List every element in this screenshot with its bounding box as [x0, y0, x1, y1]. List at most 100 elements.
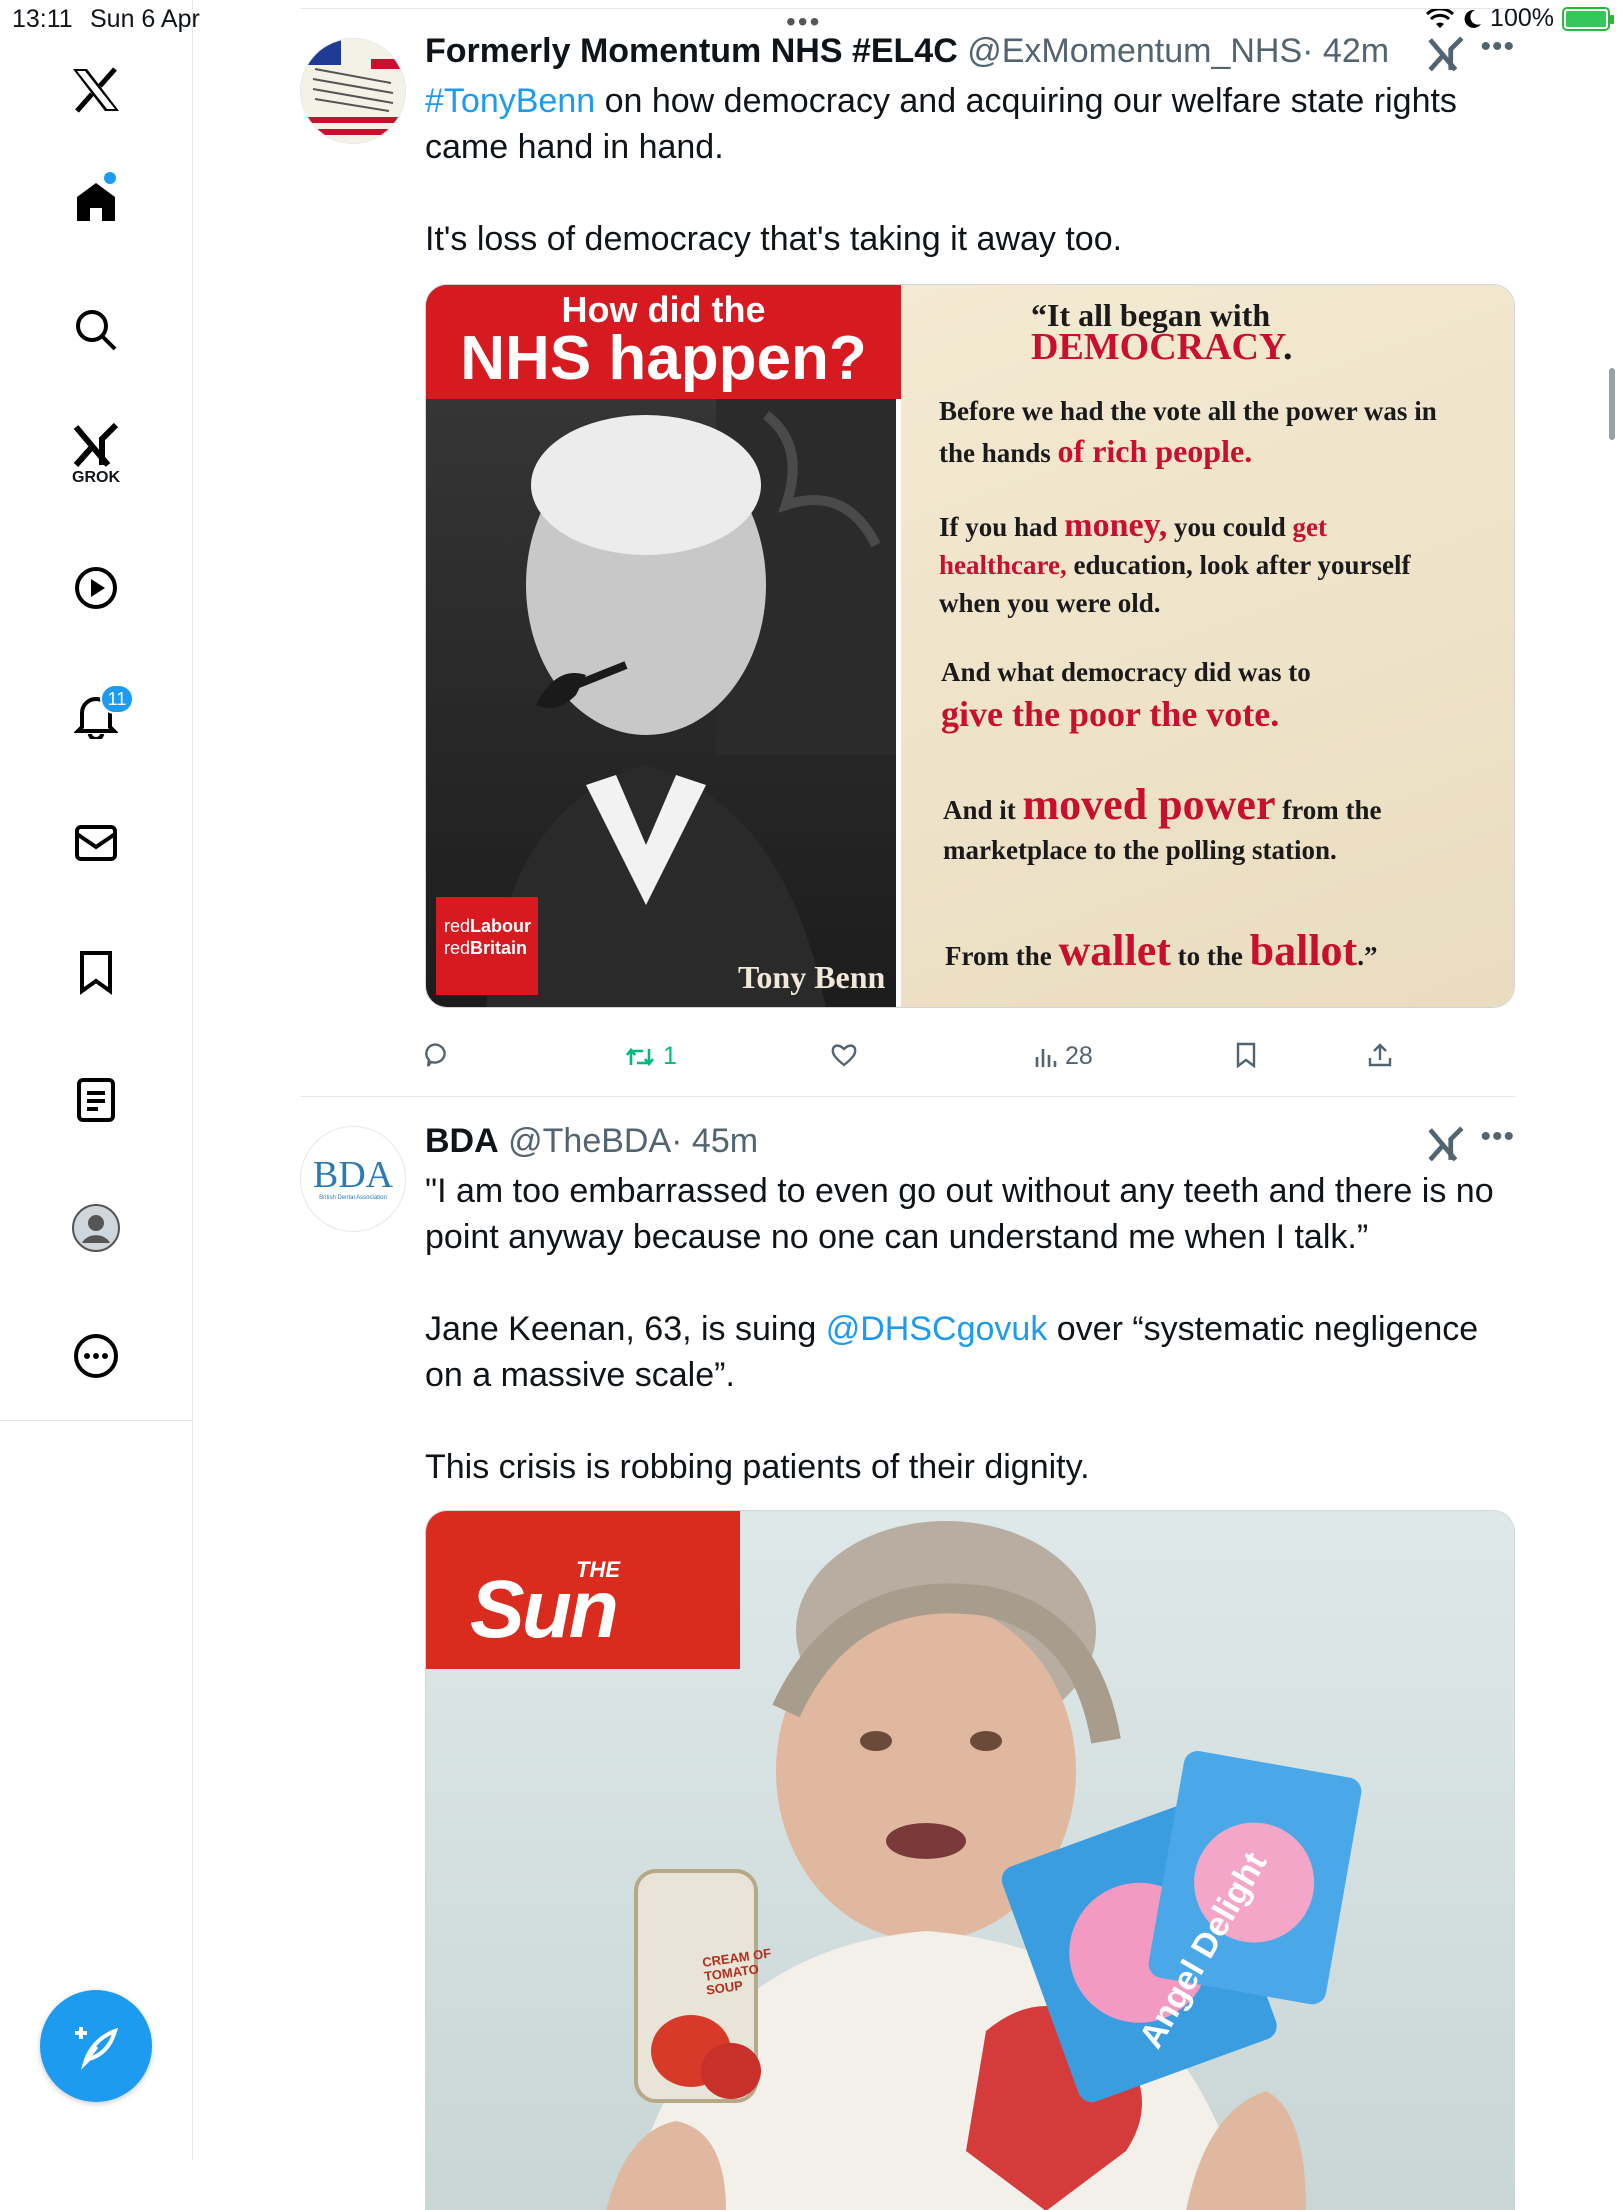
quote-para: Before we had the vote all the power was… [939, 391, 1469, 473]
tweet-text: "I am too embarrassed to even go out wit… [425, 1168, 1515, 1490]
repost-button[interactable]: 1 [625, 1042, 677, 1071]
tweet-time[interactable]: · 42m [1302, 32, 1389, 70]
sidebar-item-lists[interactable] [56, 1060, 136, 1140]
author-handle[interactable]: @TheBDA [508, 1122, 671, 1160]
tweet-text: #TonyBenn on how democracy and acquiring… [425, 78, 1515, 262]
red-labour-logo: redLabour redBritain [436, 897, 538, 995]
author-name[interactable]: Formerly Momentum NHS #EL4C [425, 32, 958, 70]
logo-text: red [444, 938, 471, 958]
tweet-image[interactable]: How did the NHS happen? redLabour redBri… [425, 284, 1515, 1008]
quote-para: From the wallet to the ballot.” [945, 925, 1505, 976]
play-icon [75, 567, 117, 609]
share-icon [1368, 1043, 1392, 1067]
quote-highlight: moved power [1022, 780, 1276, 829]
views-icon [1035, 1048, 1057, 1067]
logo-text: Labour [470, 916, 532, 936]
tweet-image[interactable]: THE Sun CREAM OF TOMATO SOUP Angel Delig… [425, 1510, 1515, 2210]
logo-text: red [444, 916, 471, 936]
logo-text: Britain [470, 938, 528, 958]
profile-icon [72, 1204, 120, 1252]
tweet-text-para: Jane Keenan, 63, is suing @DHSCgovuk ove… [425, 1306, 1515, 1398]
repost-icon [625, 1047, 655, 1066]
tweet-header: Formerly Momentum NHS #EL4C @ExMomentum_… [425, 32, 1389, 71]
sidebar-item-bookmarks[interactable] [56, 932, 136, 1012]
bookmark-icon [80, 951, 112, 995]
share-button[interactable] [1367, 1042, 1393, 1068]
grok-label: GROK [72, 469, 120, 486]
quote-para: And it moved power from the marketplace … [943, 783, 1473, 870]
quote-panel: “It all began with DEMOCRACY. Before we … [901, 285, 1514, 1007]
tweet-divider [300, 1096, 1515, 1097]
author-handle[interactable]: @ExMomentum_NHS [967, 32, 1302, 70]
sidebar-divider [0, 1420, 192, 1421]
unread-dot [104, 172, 116, 184]
tweet-more-icon[interactable]: ••• [1480, 1120, 1515, 1154]
moon-icon [1464, 9, 1482, 28]
x-logo[interactable] [56, 50, 136, 130]
tweet-text-para: "I am too embarrassed to even go out wit… [425, 1172, 1494, 1256]
x-logo-icon [73, 67, 119, 113]
home-icon [77, 183, 115, 221]
mention-link[interactable]: @DHSCgovuk [826, 1310, 1048, 1348]
sidebar-item-notifications[interactable]: 11 [56, 676, 136, 756]
bookmark-button[interactable] [1235, 1042, 1257, 1068]
sidebar-item-home[interactable] [56, 162, 136, 242]
like-button[interactable] [830, 1042, 866, 1068]
image-caption: Tony Benn [738, 959, 886, 995]
scrollbar-thumb[interactable] [1609, 368, 1615, 440]
grok-icon[interactable] [1427, 36, 1465, 72]
banner-line2: NHS happen? [460, 324, 867, 393]
quote-highlight: money, [1064, 507, 1168, 544]
tweet-text-span: Jane Keenan, 63, is suing [425, 1310, 826, 1348]
reply-button[interactable] [425, 1042, 459, 1068]
quote-highlight: of rich people. [1057, 433, 1253, 469]
wifi-icon [1426, 7, 1455, 28]
compose-button[interactable] [40, 1990, 152, 2102]
repost-count: 1 [663, 1042, 677, 1070]
quote-text: And it [943, 795, 1016, 825]
sidebar-item-videos[interactable] [56, 548, 136, 628]
grok-icon[interactable] [1427, 1126, 1465, 1162]
feed-top-divider [300, 8, 1515, 9]
tweet-text-para: It's loss of democracy that's taking it … [425, 220, 1123, 258]
the-sun-logo: THE Sun [426, 1511, 740, 1669]
sidebar-item-grok[interactable]: GROK [56, 415, 136, 495]
battery-level [1566, 10, 1606, 27]
quote-word: DEMOCRACY [1031, 326, 1283, 368]
quote-text: From the [945, 941, 1052, 971]
tweet-time[interactable]: · 45m [671, 1122, 758, 1160]
hashtag-link[interactable]: #TonyBenn [425, 82, 595, 120]
banner: How did the NHS happen? [426, 285, 901, 399]
avatar[interactable]: BDA British Dental Association [300, 1126, 406, 1232]
logo-sun: Sun [470, 1564, 619, 1655]
quote-text: you could [1174, 512, 1286, 542]
avatar[interactable] [300, 38, 406, 144]
quote-text: to the [1177, 941, 1243, 971]
quote-text: .” [1357, 941, 1378, 971]
sidebar-item-messages[interactable] [56, 803, 136, 883]
quote-highlight: ballot [1249, 926, 1358, 975]
tweet-actions: 1 28 [425, 1042, 1425, 1082]
author-name[interactable]: BDA [425, 1122, 499, 1160]
avatar-text: BDA [312, 1154, 394, 1196]
list-icon [77, 1078, 115, 1122]
quote-para: And what democracy did was to give the po… [941, 651, 1461, 735]
heart-icon [831, 1044, 857, 1067]
quote-democracy: DEMOCRACY. [1031, 326, 1293, 368]
sidebar-item-more[interactable] [56, 1316, 136, 1396]
more-icon [74, 1334, 118, 1378]
tweet-header: BDA @TheBDA· 45m [425, 1122, 758, 1161]
sidebar: GROK 11 [0, 0, 193, 2160]
sidebar-item-search[interactable] [56, 290, 136, 370]
grok-icon [73, 423, 119, 467]
battery-icon [1562, 6, 1614, 31]
quote-highlight: give the poor the vote. [941, 694, 1280, 734]
compose-icon [75, 2027, 119, 2070]
tweet-text-para: This crisis is robbing patients of their… [425, 1448, 1090, 1486]
tweet-more-icon[interactable]: ••• [1480, 30, 1515, 64]
avatar-image [301, 39, 405, 143]
views-button[interactable]: 28 [1033, 1042, 1093, 1071]
views-count: 28 [1065, 1042, 1093, 1070]
sidebar-item-profile[interactable] [56, 1188, 136, 1268]
quote-text: If you had [939, 512, 1058, 542]
